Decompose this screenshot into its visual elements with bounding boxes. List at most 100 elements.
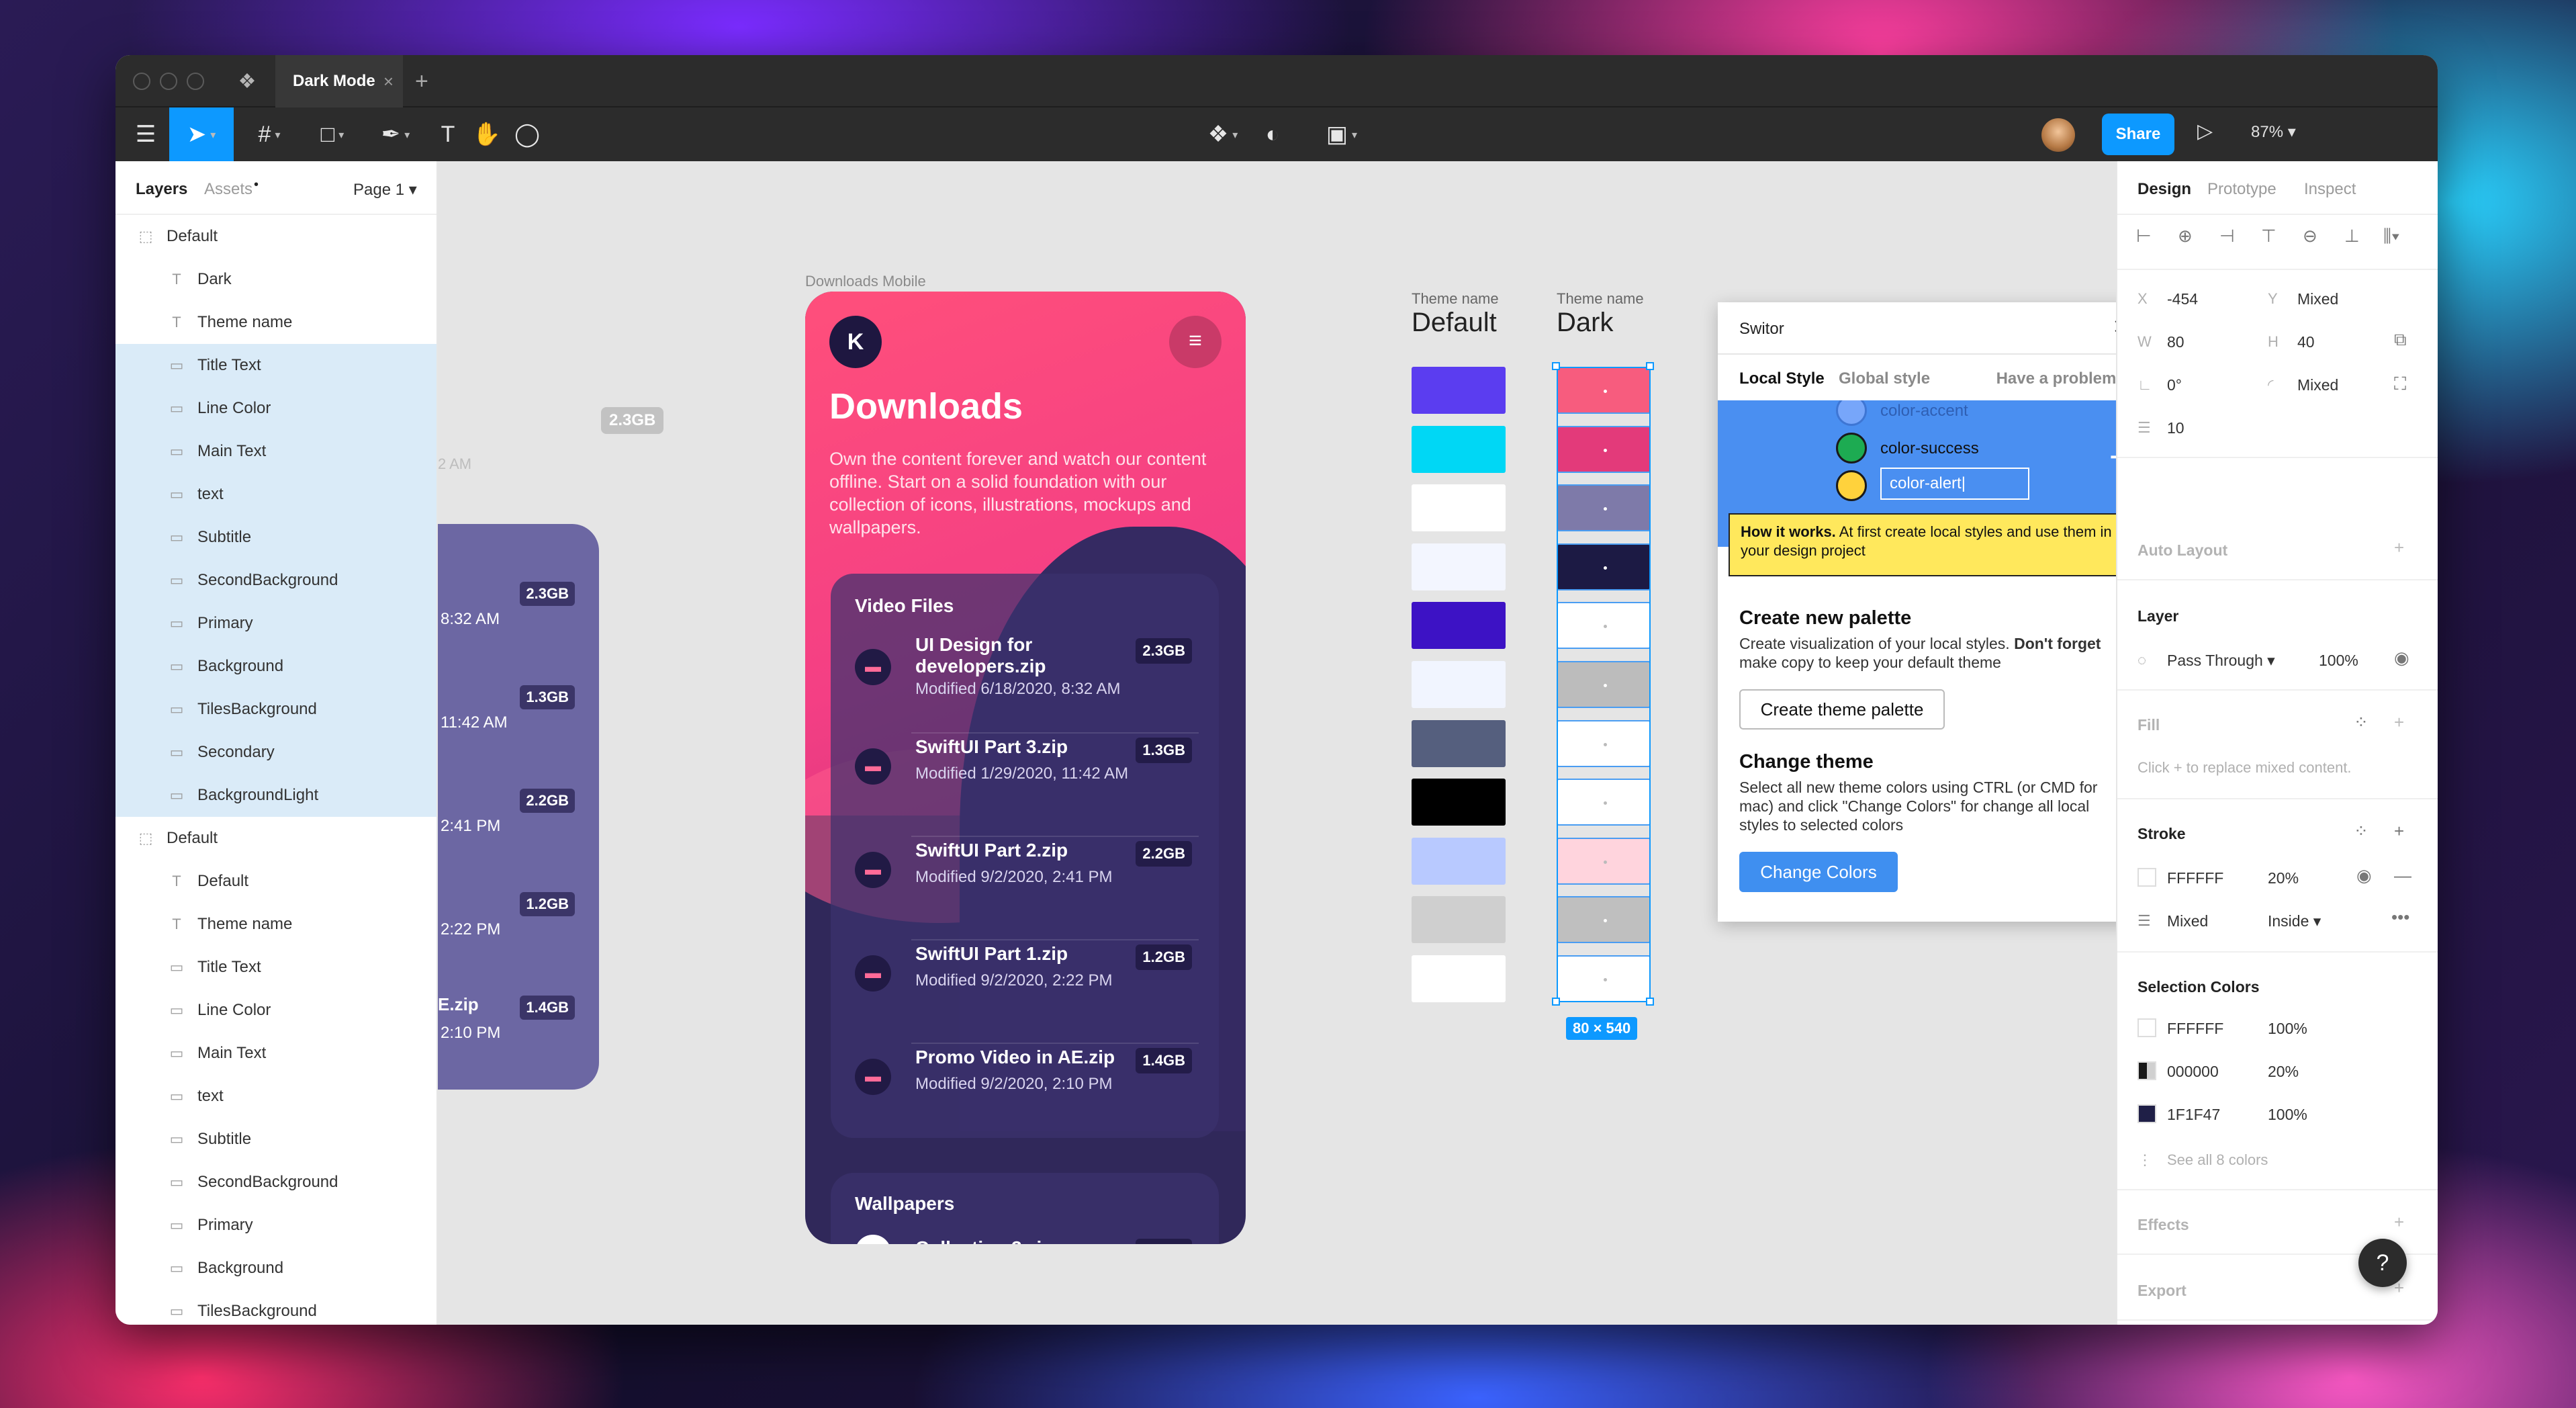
layer-row[interactable]: ▭ SecondBackground xyxy=(116,559,436,602)
ghost-phone-frame[interactable]: 2.3GB 8:32 AM 1.3GB 11:42 AM 2.2GB 2:41 PM 1.2… xyxy=(438,524,599,1090)
remove-stroke-icon[interactable]: — xyxy=(2394,865,2411,886)
layer-row[interactable]: ⬚ Default xyxy=(116,215,436,258)
independent-corners-icon[interactable]: ⛶ xyxy=(2394,373,2406,395)
file-row[interactable]: ▬ SwiftUI Part 3.zip Modified 1/29/2020, 1… xyxy=(831,734,1219,837)
more-options-icon[interactable]: ••• xyxy=(2391,907,2409,928)
eye-icon[interactable]: ◉ xyxy=(2356,865,2372,886)
layer-row[interactable]: ▭ Primary xyxy=(116,1204,436,1247)
layer-row[interactable]: ▭ TilesBackground xyxy=(116,688,436,731)
resize-handle[interactable] xyxy=(1646,998,1654,1006)
add-fill-icon[interactable]: + xyxy=(2394,712,2404,733)
file-tab[interactable]: Dark Mode × xyxy=(275,55,403,107)
layer-row[interactable]: ▭ text xyxy=(116,473,436,516)
layer-row[interactable]: ▭ Title Text xyxy=(116,344,436,387)
selection-color-swatch[interactable] xyxy=(2137,1061,2156,1080)
page-selector[interactable]: Page 1 ▾ xyxy=(353,180,417,200)
figma-logo-icon[interactable]: ❖ xyxy=(234,69,261,95)
tab-design[interactable]: Design xyxy=(2137,180,2191,199)
layer-row[interactable]: T Theme name xyxy=(116,903,436,946)
zoom-dropdown[interactable]: 87% ▾ xyxy=(2251,122,2296,142)
pen-tool-button[interactable]: ✒ ▾ xyxy=(373,107,418,161)
avatar[interactable] xyxy=(2041,118,2075,152)
resize-handle[interactable] xyxy=(1646,362,1654,370)
layer-row[interactable]: ▭ BackgroundLight xyxy=(116,774,436,817)
y-input[interactable]: Mixed xyxy=(2297,290,2338,308)
theme-swatch[interactable] xyxy=(1412,955,1506,1002)
close-tab-icon[interactable]: × xyxy=(383,55,394,107)
file-row[interactable]: ▬ SwiftUI Part 2.zip Modified 9/2/2020, 2:… xyxy=(831,837,1219,940)
stroke-align-dropdown[interactable]: Inside ▾ xyxy=(2268,912,2321,930)
theme-swatch[interactable] xyxy=(1412,425,1506,473)
align-center-icon[interactable]: ⊕ xyxy=(2178,226,2193,247)
tab-prototype[interactable]: Prototype xyxy=(2207,180,2276,199)
layer-row[interactable]: ▭ Title Text xyxy=(116,946,436,989)
file-row[interactable]: ▬ SwiftUI Part 1.zip Modified 9/2/2020, 2:… xyxy=(831,940,1219,1044)
selection-color-opacity[interactable]: 100% xyxy=(2268,1020,2307,1038)
shape-tool-button[interactable]: □ ▾ xyxy=(310,107,355,161)
new-tab-button[interactable]: + xyxy=(415,55,428,107)
downloads-mobile-frame[interactable]: K ≡ Downloads Own the content forever an… xyxy=(805,292,1246,1244)
layer-row[interactable]: T Default xyxy=(116,860,436,903)
color-swatch-dot[interactable] xyxy=(1836,470,1867,501)
close-window-button[interactable] xyxy=(133,73,150,90)
canvas[interactable]: 2.3GB 8:32 AM 1.3GB 11:42 AM 2.2GB 2:41 PM 1.2… xyxy=(438,161,2116,1325)
w-input[interactable]: 80 xyxy=(2167,333,2184,351)
resize-handle[interactable] xyxy=(1552,998,1560,1006)
boolean-button[interactable]: ▣ ▾ xyxy=(1316,107,1367,161)
tab-inspect[interactable]: Inspect xyxy=(2304,180,2356,199)
color-swatch-dot[interactable] xyxy=(1836,400,1867,426)
theme-swatch[interactable] xyxy=(1412,484,1506,532)
create-theme-palette-button[interactable]: Create theme palette xyxy=(1739,689,1945,730)
layer-row[interactable]: ▭ Background xyxy=(116,1247,436,1290)
tab-local-style[interactable]: Local Style xyxy=(1739,369,1825,388)
layer-row[interactable]: ▭ Background xyxy=(116,645,436,688)
resize-handle[interactable] xyxy=(1552,362,1560,370)
theme-swatch[interactable] xyxy=(1412,367,1506,414)
theme-swatch[interactable] xyxy=(1412,661,1506,708)
frame-label[interactable]: Downloads Mobile xyxy=(805,273,926,290)
layer-row[interactable]: T Dark xyxy=(116,258,436,301)
file-row[interactable]: ▬ Promo Video in AE.zip Modified 9/2/2020,… xyxy=(831,1044,1219,1147)
blend-mode-dropdown[interactable]: Pass Through ▾ xyxy=(2167,652,2275,670)
align-right-icon[interactable]: ⊣ xyxy=(2219,226,2235,247)
text-tool-button[interactable]: T xyxy=(432,107,463,161)
layer-row[interactable]: ▭ Primary xyxy=(116,602,436,645)
minimize-window-button[interactable] xyxy=(160,73,177,90)
layer-opacity-input[interactable]: 100% xyxy=(2319,652,2358,670)
theme-swatch[interactable] xyxy=(1412,896,1506,944)
selection-color-swatch[interactable] xyxy=(2137,1104,2156,1123)
move-tool-button[interactable]: ➤ ▾ xyxy=(169,107,234,161)
layer-row[interactable]: ▭ Line Color xyxy=(116,989,436,1032)
theme-swatch[interactable] xyxy=(1412,602,1506,650)
layer-row[interactable]: ▭ Line Color xyxy=(116,387,436,430)
rotation-input[interactable]: 0° xyxy=(2167,376,2182,394)
add-effect-icon[interactable]: + xyxy=(2394,1212,2404,1233)
layer-row[interactable]: ▭ Main Text xyxy=(116,430,436,473)
stroke-color-input[interactable]: FFFFFF xyxy=(2167,869,2223,887)
layer-row[interactable]: ▭ Subtitle xyxy=(116,516,436,559)
selection-color-hex[interactable]: 1F1F47 xyxy=(2167,1106,2220,1124)
tab-assets[interactable]: Assets xyxy=(204,180,252,199)
layer-row[interactable]: ▭ Subtitle xyxy=(116,1118,436,1161)
color-name-input[interactable]: color-alert| xyxy=(1880,468,2029,500)
selection-color-opacity[interactable]: 20% xyxy=(2268,1063,2299,1081)
theme-swatch[interactable] xyxy=(1412,837,1506,885)
help-button[interactable]: ? xyxy=(2358,1239,2407,1287)
menu-icon[interactable]: ≡ xyxy=(1169,316,1222,368)
styles-icon[interactable]: ⁘ xyxy=(2354,712,2368,733)
selection-color-hex[interactable]: FFFFFF xyxy=(2167,1020,2223,1038)
align-middle-icon[interactable]: ⊖ xyxy=(2303,226,2317,247)
layer-row[interactable]: ⬚ Default xyxy=(116,817,436,860)
tab-global-style[interactable]: Global style xyxy=(1839,369,1930,388)
theme-swatch[interactable] xyxy=(1412,779,1506,826)
theme-swatch[interactable] xyxy=(1412,543,1506,590)
components-button[interactable]: ❖ ▾ xyxy=(1199,107,1246,161)
eye-icon[interactable]: ◉ xyxy=(2394,648,2409,668)
tab-layers[interactable]: Layers xyxy=(136,180,187,199)
play-icon[interactable]: ▷ xyxy=(2197,120,2213,143)
file-row[interactable]: ▬ UI Design for developers.zip Modified 6/… xyxy=(831,630,1219,734)
layer-row[interactable]: ▭ SecondBackground xyxy=(116,1161,436,1204)
stroke-weight-input[interactable]: Mixed xyxy=(2167,912,2208,930)
stroke-swatch[interactable] xyxy=(2137,868,2156,887)
add-auto-layout-icon[interactable]: + xyxy=(2394,537,2404,558)
